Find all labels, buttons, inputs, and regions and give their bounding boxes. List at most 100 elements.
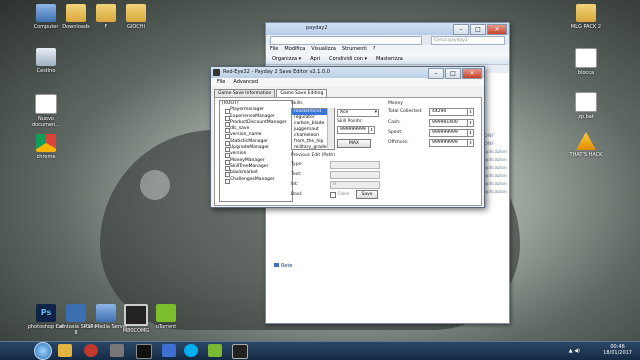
skill-level-value: Ace: [340, 110, 349, 115]
share-button[interactable]: Condividi con ▾: [329, 54, 367, 64]
skill-points-input[interactable]: 999999999: [337, 126, 371, 134]
stepper-icon[interactable]: ⇕: [467, 129, 474, 137]
desktop-icon-recycle-bin[interactable]: Cestino: [24, 48, 68, 74]
skills-scrollbar[interactable]: [327, 108, 334, 148]
tab-game-save-information[interactable]: Game Save Information: [214, 89, 276, 97]
stepper-icon[interactable]: ⇕: [467, 119, 474, 127]
total-collected-input[interactable]: 44290: [429, 108, 469, 116]
explorer-taskbar-icon[interactable]: [58, 344, 72, 357]
int-input[interactable]: 0: [330, 181, 380, 189]
save-tree[interactable]: [ROOT] Playermanager ExperienceManager P…: [219, 100, 293, 202]
minimize-button[interactable]: –: [428, 68, 444, 79]
photoshop-icon: Ps: [36, 304, 56, 322]
desktop-icon-label: GIOCHI: [126, 24, 145, 30]
desktop-icon-new-document[interactable]: Nuovo documen...: [24, 94, 68, 128]
taskbar-clock[interactable]: 00:46 18/01/2017: [603, 344, 632, 356]
recycle-bin-icon: [36, 48, 56, 66]
chevron-down-icon: ▾: [374, 110, 377, 115]
stepper-icon[interactable]: ⇕: [467, 108, 474, 116]
explorer-commandbar: Organizza ▾ Apri Condividi con ▾ Masteri…: [266, 54, 509, 65]
menu-advanced[interactable]: Advanced: [233, 78, 258, 86]
computer-icon: [36, 4, 56, 22]
maximize-button[interactable]: □: [445, 68, 461, 79]
desktop-icon-label: Nuovo documen...: [31, 116, 61, 128]
desktop-icon-utorrent[interactable]: uTorrent: [144, 304, 188, 330]
type-label: Type:: [291, 162, 303, 167]
skills-label: Skills: [291, 101, 303, 106]
cmd-taskbar-icon[interactable]: [136, 344, 152, 359]
menu-help[interactable]: ?: [373, 45, 376, 54]
save-editor-window[interactable]: Red-Eye32 - Payday 2 Save Editor v2.1.0.…: [210, 66, 485, 208]
offshore-label: Offshore:: [388, 140, 409, 145]
app-taskbar-icon[interactable]: [232, 344, 248, 359]
type-select[interactable]: [330, 161, 380, 169]
desktop-icon-label: MLG PACK 2: [570, 24, 602, 30]
burn-button[interactable]: Masterizza: [376, 54, 403, 64]
stepper-icon[interactable]: ⇕: [467, 139, 474, 147]
explorer-address-bar: Cerca payday2: [266, 35, 509, 45]
desktop-icon-giochi[interactable]: GIOCHI: [114, 4, 158, 30]
desktop-icon-label: uTorrent: [155, 324, 177, 330]
bool-checkbox[interactable]: [330, 192, 336, 198]
offshore-input[interactable]: 999999999: [429, 139, 469, 147]
desktop-icon-label: F: [104, 24, 108, 30]
media-taskbar-icon[interactable]: [84, 344, 98, 357]
skill-level-select[interactable]: Ace ▾: [337, 109, 379, 117]
menu-file[interactable]: File: [270, 45, 278, 54]
open-button[interactable]: Apri: [310, 54, 320, 64]
tree-item[interactable]: ChallengesManager: [220, 177, 292, 184]
psp-media-icon: [96, 304, 116, 322]
save-button[interactable]: Save: [356, 190, 378, 199]
warning-icon: [576, 132, 596, 150]
start-button[interactable]: [34, 342, 52, 360]
tab-game-save-editing[interactable]: Game Save Editing: [276, 89, 328, 97]
app-taskbar-icon[interactable]: [208, 344, 222, 357]
bool-label: Bool:: [291, 192, 303, 197]
folder-icon: [96, 4, 116, 22]
menu-modifica[interactable]: Modifica: [284, 45, 305, 54]
app-taskbar-icon[interactable]: [162, 344, 176, 357]
desktop-icon-thats-hack[interactable]: THAT'S HACK: [564, 132, 608, 158]
document-icon: [575, 48, 597, 68]
close-button[interactable]: ✕: [487, 24, 507, 35]
clock-date: 18/01/2017: [603, 350, 632, 356]
close-button[interactable]: ✕: [462, 68, 482, 79]
menu-strumenti[interactable]: Strumenti: [342, 45, 367, 54]
network-icon: [274, 263, 279, 267]
spent-label: Spent:: [388, 130, 403, 135]
organize-button[interactable]: Organizza ▾: [272, 54, 301, 64]
editor-titlebar[interactable]: Red-Eye32 - Payday 2 Save Editor v2.1.0.…: [211, 67, 484, 79]
skype-taskbar-icon[interactable]: [184, 344, 198, 357]
nav-network[interactable]: Rete: [274, 263, 292, 269]
utorrent-icon: [156, 304, 176, 322]
minimize-button[interactable]: –: [453, 24, 469, 35]
desktop-icon-label: Cestino: [36, 68, 56, 74]
app-taskbar-icon[interactable]: [110, 344, 124, 357]
desktop-icon-label: THAT'S HACK: [569, 152, 603, 158]
menu-file[interactable]: File: [217, 78, 225, 86]
taskbar: ▲ ◀) 00:46 18/01/2017: [0, 341, 640, 360]
total-collected-label: Total Collected:: [388, 109, 423, 114]
false-label: False: [338, 192, 350, 197]
maximize-button[interactable]: □: [470, 24, 486, 35]
desktop-icon-mlg-pack-2[interactable]: MLG PACK 2: [564, 4, 608, 30]
system-tray[interactable]: ▲ ◀): [569, 348, 580, 354]
stepper-icon[interactable]: ⇕: [368, 126, 375, 134]
text-label: Text:: [291, 172, 302, 177]
address-input[interactable]: [270, 36, 422, 45]
money-label: Money: [388, 101, 403, 106]
desktop-icon-blocca[interactable]: blocca: [564, 48, 608, 76]
document-icon: [575, 92, 597, 112]
spent-input[interactable]: 999999999: [429, 129, 469, 137]
menu-visualizza[interactable]: Visualizza: [311, 45, 336, 54]
text-input[interactable]: [330, 171, 380, 179]
cash-input[interactable]: 999991400: [429, 119, 469, 127]
explorer-titlebar[interactable]: payday2 – □ ✕: [266, 23, 509, 35]
desktop-icon-label: zp.bat: [578, 114, 594, 120]
desktop-icon-chrome[interactable]: chrome: [24, 134, 68, 160]
search-input[interactable]: Cerca payday2: [431, 36, 505, 45]
editor-title: Red-Eye32 - Payday 2 Save Editor v2.1.0.…: [223, 69, 330, 75]
desktop-icon-zp-bat[interactable]: zp.bat: [564, 92, 608, 120]
max-button[interactable]: MAX: [337, 139, 371, 148]
folder-icon: [576, 4, 596, 22]
